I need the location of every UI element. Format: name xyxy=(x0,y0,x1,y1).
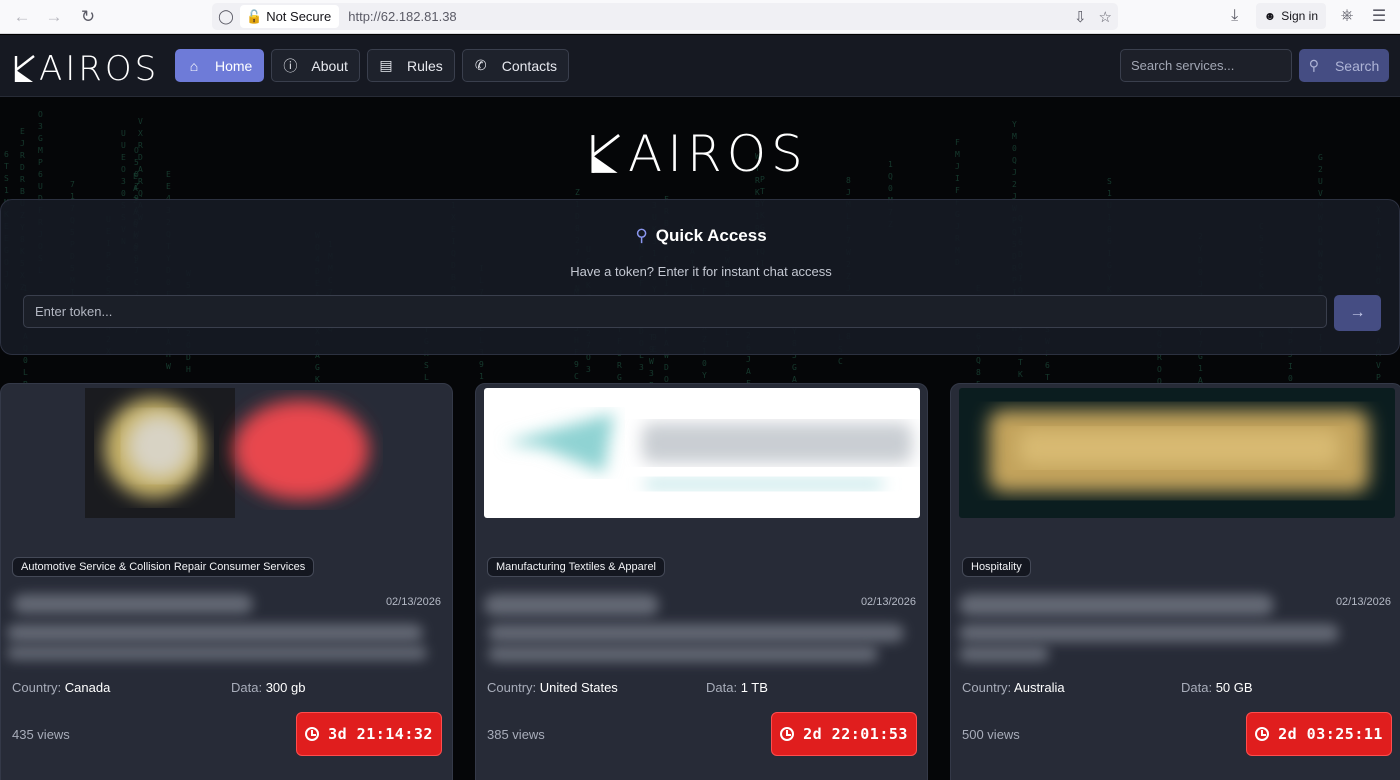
nav-rules-label: Rules xyxy=(406,57,443,74)
menu-icon[interactable]: ☰ xyxy=(1368,6,1390,26)
quick-access-title-text: Quick Access xyxy=(655,226,767,245)
redacted-description-line2 xyxy=(7,646,427,660)
redacted-title xyxy=(959,594,1274,616)
service-card[interactable]: Automotive Service & Collision Repair Co… xyxy=(0,383,453,780)
token-input[interactable] xyxy=(23,295,1327,328)
country-field: Country: Canada xyxy=(12,680,111,695)
nav-contacts-label: Contacts xyxy=(501,57,557,74)
clock-icon xyxy=(1255,727,1270,741)
bookmark-star-icon[interactable]: ☆ xyxy=(1099,8,1112,26)
countdown-timer[interactable]: 2d 22:01:53 xyxy=(771,712,917,756)
account-icon: ☻ xyxy=(1263,9,1277,23)
not-secure-badge[interactable]: 🔓 Not Secure xyxy=(240,5,340,28)
phone-icon: ✆ xyxy=(474,57,487,73)
data-size-field: Data: 1 TB xyxy=(706,680,768,695)
redacted-description xyxy=(7,624,423,642)
card-date: 02/13/2026 xyxy=(385,596,441,608)
submit-token-button[interactable]: → xyxy=(1334,295,1381,331)
quick-access-title: ⚲ Quick Access xyxy=(1,226,1400,246)
blurred-logo-image xyxy=(504,413,912,490)
home-icon: ⌂ xyxy=(189,57,199,74)
not-secure-label: Not Secure xyxy=(266,9,332,24)
arrow-right-icon: → xyxy=(1349,304,1366,321)
nav-contacts-button[interactable]: ✆ Contacts xyxy=(461,49,569,82)
blurred-logo-image xyxy=(989,410,1369,492)
view-count: 435 views xyxy=(12,727,70,742)
key-icon: ⚲ xyxy=(635,226,648,245)
url-text[interactable]: http://62.182.81.38 xyxy=(348,9,456,24)
nav-rules-button[interactable]: ▤ Rules xyxy=(366,49,455,82)
country-value: Canada xyxy=(64,680,111,695)
logo-k-icon xyxy=(14,55,35,82)
page: UEIPSC5VOK2XYFURGB78EPTYKG9QI1MMC7I5Q1XE… xyxy=(0,35,1400,780)
address-bar[interactable]: ◯ 🔓 Not Secure http://62.182.81.38 ⇩ ☆ xyxy=(212,3,1118,30)
downloads-icon[interactable]: ⤓ xyxy=(1224,7,1246,25)
country-value: United States xyxy=(539,680,618,695)
sign-in-label: Sign in xyxy=(1281,9,1318,23)
sign-in-button[interactable]: ☻ Sign in xyxy=(1255,3,1326,29)
countdown-timer[interactable]: 2d 03:25:11 xyxy=(1246,712,1392,756)
forward-icon[interactable]: → xyxy=(38,1,70,33)
nav-about-label: About xyxy=(311,57,348,74)
search-button-label: Search xyxy=(1334,57,1380,74)
view-count: 385 views xyxy=(487,727,545,742)
category-tag: Hospitality xyxy=(962,557,1031,577)
timer-value: 2d 03:25:11 xyxy=(1278,725,1383,743)
back-icon[interactable]: ← xyxy=(6,1,38,33)
search-button[interactable]: ⚲ Search xyxy=(1299,49,1389,82)
country-field: Country: United States xyxy=(487,680,618,695)
nav-links: ⌂ Home ⓘ About ▤ Rules ✆ Contacts xyxy=(175,49,569,82)
search-icon: ⚲ xyxy=(1308,57,1319,73)
quick-access-subtitle: Have a token? Enter it for instant chat … xyxy=(570,264,832,279)
redacted-title xyxy=(484,594,659,616)
browser-toolbar: ← → ↻ ◯ 🔓 Not Secure http://62.182.81.38… xyxy=(0,0,1400,34)
extensions-icon[interactable]: ⎈ xyxy=(1336,7,1358,25)
redacted-description-line2 xyxy=(488,646,878,662)
top-navigation: AIROS ⌂ Home ⓘ About ▤ Rules ✆ Contacts … xyxy=(0,35,1400,97)
data-size-value: 1 TB xyxy=(740,680,768,695)
nav-about-button[interactable]: ⓘ About xyxy=(271,49,360,82)
quick-access-panel: ⚲ Quick Access Have a token? Enter it for… xyxy=(0,199,1400,355)
country-value: Australia xyxy=(1014,680,1065,695)
info-icon: ⓘ xyxy=(283,57,298,74)
logo-text: AIROS xyxy=(39,49,160,89)
clock-icon xyxy=(780,727,795,741)
data-size-value: 50 GB xyxy=(1215,680,1253,695)
service-card[interactable]: Manufacturing Textiles & Apparel 02/13/2… xyxy=(475,383,928,780)
site-logo[interactable]: AIROS xyxy=(14,49,159,89)
hero-logo-text: AIROS xyxy=(628,125,808,183)
country-field: Country: Australia xyxy=(962,680,1065,695)
nav-home-button[interactable]: ⌂ Home xyxy=(175,49,265,82)
hero-logo: AIROS xyxy=(590,125,808,183)
data-size-value: 300 gb xyxy=(265,680,306,695)
search-input[interactable] xyxy=(1120,49,1292,82)
redacted-description-line2 xyxy=(959,646,1049,662)
blurred-logo-image xyxy=(85,388,369,518)
data-size-field: Data: 50 GB xyxy=(1181,680,1253,695)
document-icon: ▤ xyxy=(379,57,393,73)
service-card[interactable]: Hospitality 02/13/2026 Country: Australi… xyxy=(950,383,1400,780)
card-date: 02/13/2026 xyxy=(860,596,916,608)
redacted-title xyxy=(13,594,253,614)
clock-icon xyxy=(305,727,320,741)
shield-icon[interactable]: ◯ xyxy=(212,8,240,25)
card-date: 02/13/2026 xyxy=(1335,596,1391,608)
nav-home-label: Home xyxy=(215,57,253,74)
card-image-blurred xyxy=(959,388,1395,518)
countdown-timer[interactable]: 3d 21:14:32 xyxy=(296,712,442,756)
card-image-blurred xyxy=(484,388,920,518)
redacted-description xyxy=(488,624,904,642)
card-image-blurred xyxy=(9,388,445,518)
broken-lock-icon: 🔓 xyxy=(246,8,263,24)
redacted-description xyxy=(959,624,1339,642)
category-tag: Automotive Service & Collision Repair Co… xyxy=(12,557,315,577)
reload-icon[interactable]: ↻ xyxy=(72,1,104,33)
timer-value: 2d 22:01:53 xyxy=(803,725,908,743)
data-size-field: Data: 300 gb xyxy=(231,680,306,695)
timer-value: 3d 21:14:32 xyxy=(328,725,433,743)
hero-logo-k-icon xyxy=(591,133,620,173)
view-count: 500 views xyxy=(962,727,1020,742)
save-page-icon[interactable]: ⇩ xyxy=(1074,8,1087,26)
category-tag: Manufacturing Textiles & Apparel xyxy=(487,557,665,577)
